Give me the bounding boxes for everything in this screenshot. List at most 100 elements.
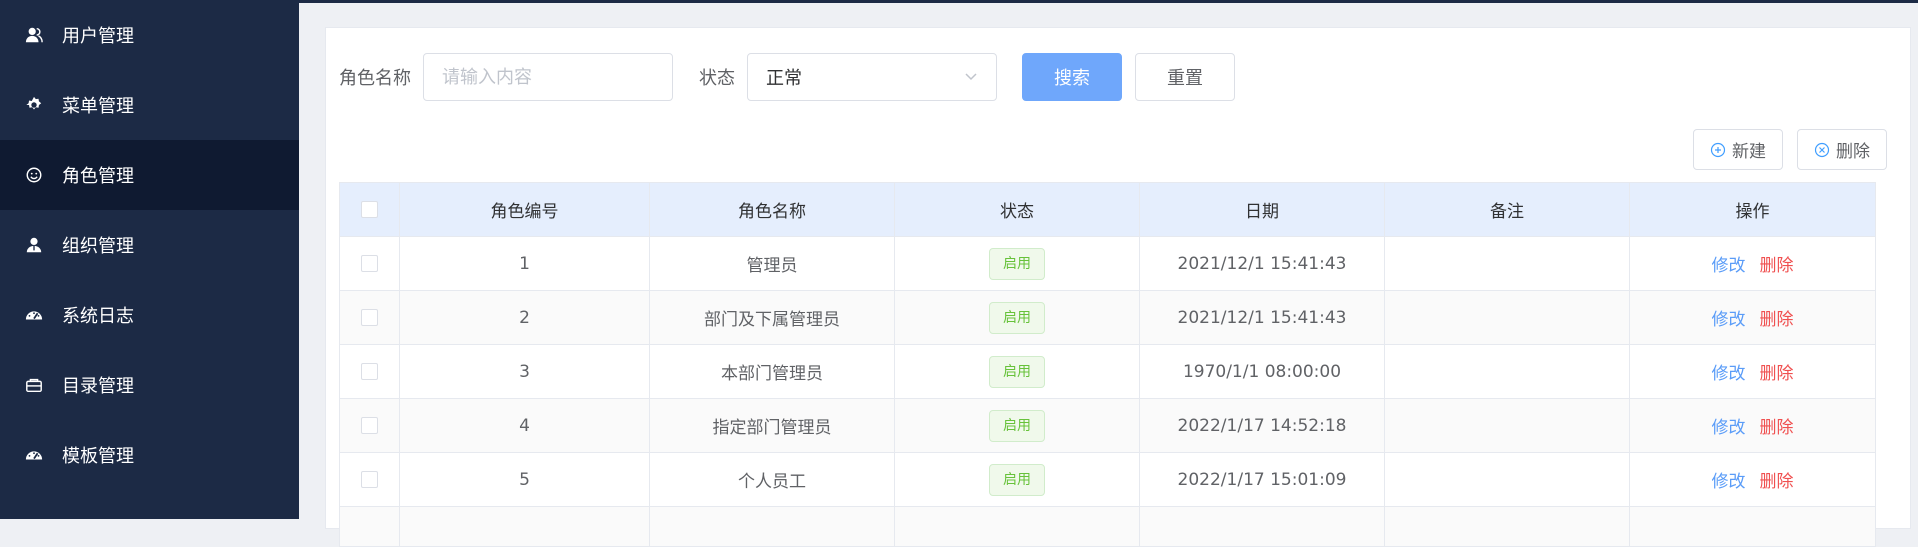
role-name-cell: 指定部门管理员 [650,399,895,453]
select-all-checkbox[interactable] [361,201,378,218]
header-select-all [340,183,400,237]
delete-link[interactable]: 删除 [1760,413,1794,438]
note-cell [1385,453,1630,507]
row-select-cell [340,453,400,507]
header-note: 备注 [1385,183,1630,237]
search-button[interactable]: 搜索 [1022,53,1122,101]
role-name-input[interactable] [423,53,673,101]
status-badge: 启用 [989,409,1045,442]
delete-link[interactable]: 删除 [1760,305,1794,330]
edit-link[interactable]: 修改 [1712,305,1746,330]
status-cell [895,507,1140,547]
status-label: 状态 [699,68,735,89]
sidebar-item-role-management[interactable]: 角色管理 [0,140,299,210]
edit-link[interactable]: 修改 [1712,467,1746,492]
smile-icon [24,165,44,185]
sidebar-item-menu-management[interactable]: 菜单管理 [0,70,299,140]
status-select[interactable]: 正常 [747,53,997,101]
row-checkbox[interactable] [361,363,378,380]
chevron-down-icon [964,67,978,88]
toolbar: 新建 删除 [1693,129,1887,170]
role-id-cell: 4 [400,399,650,453]
delete-button[interactable]: 删除 [1797,129,1887,170]
edit-link[interactable]: 修改 [1712,359,1746,384]
status-cell: 启用 [895,237,1140,291]
status-cell: 启用 [895,291,1140,345]
row-select-cell [340,345,400,399]
sidebar: 用户管理 菜单管理 角色管理 组织管理 系统日志 目录管理 模板管理 [0,0,299,519]
delete-link[interactable]: 删除 [1760,467,1794,492]
row-checkbox[interactable] [361,255,378,272]
delete-link[interactable]: 删除 [1760,251,1794,276]
table-row: 2 部门及下属管理员 启用 2021/12/1 15:41:43 修改 删除 [340,291,1876,345]
sidebar-item-template-management[interactable]: 模板管理 [0,420,299,490]
sidebar-item-user-management[interactable]: 用户管理 [0,0,299,70]
new-button[interactable]: 新建 [1693,129,1783,170]
note-cell [1385,237,1630,291]
actions-cell: 修改 删除 [1630,291,1876,345]
note-cell [1385,399,1630,453]
row-checkbox[interactable] [361,309,378,326]
status-badge: 启用 [989,301,1045,334]
sidebar-item-label: 组织管理 [62,236,134,257]
sidebar-item-label: 模板管理 [62,446,134,467]
status-cell: 启用 [895,453,1140,507]
delete-button-label: 删除 [1836,142,1870,162]
user-icon [24,25,44,45]
search-form: 角色名称 状态 正常 搜索 重置 [339,53,1235,101]
table-row-partial [340,507,1876,547]
table-row: 3 本部门管理员 启用 1970/1/1 08:00:00 修改 删除 [340,345,1876,399]
note-cell [1385,507,1630,547]
actions-cell: 修改 删除 [1630,453,1876,507]
row-select-cell [340,399,400,453]
edit-link[interactable]: 修改 [1712,413,1746,438]
sidebar-item-system-log[interactable]: 系统日志 [0,280,299,350]
role-name-cell: 管理员 [650,237,895,291]
reset-button[interactable]: 重置 [1135,53,1235,101]
header-role-id: 角色编号 [400,183,650,237]
role-id-cell: 2 [400,291,650,345]
role-id-cell: 1 [400,237,650,291]
sidebar-item-org-management[interactable]: 组织管理 [0,210,299,280]
status-badge: 启用 [989,355,1045,388]
role-id-cell [400,507,650,547]
date-cell: 2022/1/17 14:52:18 [1140,399,1385,453]
sidebar-item-catalog-management[interactable]: 目录管理 [0,350,299,420]
roles-table: 角色编号 角色名称 状态 日期 备注 操作 1 管理员 启用 2021/12/1… [339,182,1876,547]
date-cell [1140,507,1385,547]
dashboard-icon [24,305,44,325]
row-checkbox[interactable] [361,417,378,434]
header-actions: 操作 [1630,183,1876,237]
actions-cell: 修改 删除 [1630,345,1876,399]
date-cell: 2021/12/1 15:41:43 [1140,237,1385,291]
new-button-label: 新建 [1732,142,1766,162]
sidebar-item-label: 系统日志 [62,306,134,327]
note-cell [1385,345,1630,399]
table-row: 5 个人员工 启用 2022/1/17 15:01:09 修改 删除 [340,453,1876,507]
sidebar-item-label: 菜单管理 [62,96,134,117]
status-cell: 启用 [895,399,1140,453]
date-cell: 1970/1/1 08:00:00 [1140,345,1385,399]
status-cell: 启用 [895,345,1140,399]
role-name-cell [650,507,895,547]
header-role-name: 角色名称 [650,183,895,237]
dashboard-icon [24,445,44,465]
row-select-cell [340,507,400,547]
table-row: 1 管理员 启用 2021/12/1 15:41:43 修改 删除 [340,237,1876,291]
delete-link[interactable]: 删除 [1760,359,1794,384]
actions-cell [1630,507,1876,547]
sidebar-item-label: 目录管理 [62,376,134,397]
actions-cell: 修改 删除 [1630,237,1876,291]
table-header-row: 角色编号 角色名称 状态 日期 备注 操作 [340,183,1876,237]
role-name-cell: 个人员工 [650,453,895,507]
date-cell: 2022/1/17 15:01:09 [1140,453,1385,507]
folder-icon [24,375,44,395]
status-badge: 启用 [989,463,1045,496]
row-checkbox[interactable] [361,471,378,488]
sidebar-item-label: 角色管理 [62,166,134,187]
status-select-value: 正常 [766,68,802,89]
date-cell: 2021/12/1 15:41:43 [1140,291,1385,345]
edit-link[interactable]: 修改 [1712,251,1746,276]
status-badge: 启用 [989,247,1045,280]
row-select-cell [340,237,400,291]
